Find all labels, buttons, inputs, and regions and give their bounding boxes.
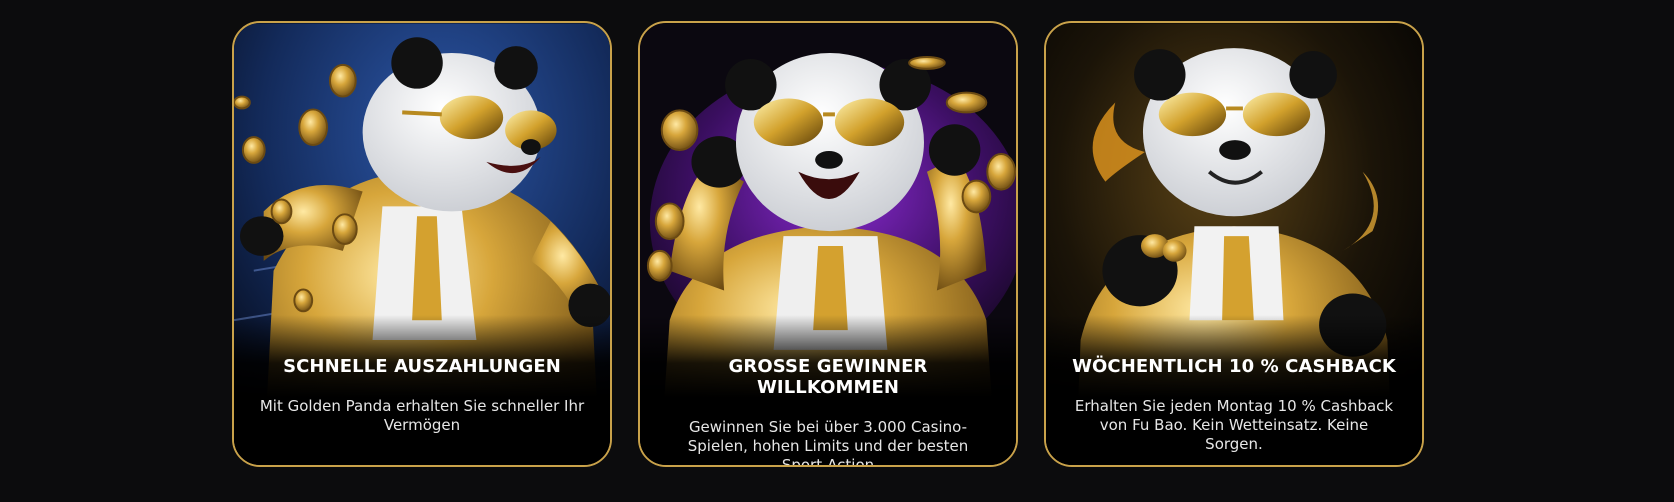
feature-card-fast-payouts[interactable]: SCHNELLE AUSZAHLUNGEN Mit Golden Panda e… (232, 21, 612, 467)
feature-card-weekly-cashback[interactable]: WÖCHENTLICH 10 % CASHBACK Erhalten Sie j… (1044, 21, 1424, 467)
feature-cards: SCHNELLE AUSZAHLUNGEN Mit Golden Panda e… (232, 21, 1424, 467)
feature-card-title: SCHNELLE AUSZAHLUNGEN (283, 356, 561, 377)
feature-card-title: WÖCHENTLICH 10 % CASHBACK (1072, 356, 1396, 377)
feature-card-title: GROSSE GEWINNER WILLKOMMEN (728, 356, 928, 398)
feature-card-description: Erhalten Sie jeden Montag 10 % Cashback … (1074, 397, 1394, 453)
feature-card-description: Gewinnen Sie bei über 3.000 Casino-Spiel… (687, 418, 969, 467)
feature-card-description: Mit Golden Panda erhalten Sie schneller … (259, 397, 585, 434)
feature-card-big-winners[interactable]: GROSSE GEWINNER WILLKOMMEN Gewinnen Sie … (638, 21, 1018, 467)
